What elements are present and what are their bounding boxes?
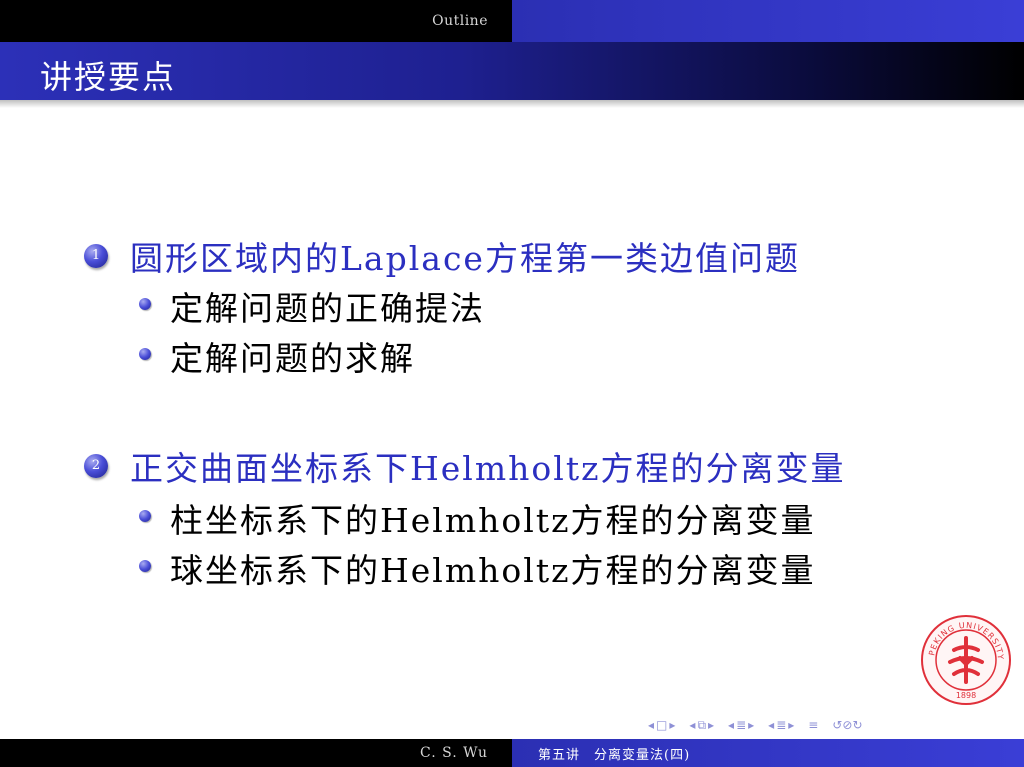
footer-title-box: 第五讲 分离变量法(四) xyxy=(512,739,1024,767)
university-logo: PEKING UNIVERSITY 1898 xyxy=(921,615,1011,705)
prev-icon[interactable]: ◂ xyxy=(648,718,654,732)
outline-subitem-2-2: 球坐标系下的Helmholtz方程的分离变量 xyxy=(170,551,816,590)
svg-text:1898: 1898 xyxy=(956,691,976,700)
enum-ball-1: 1 xyxy=(84,244,108,268)
next-section-icon-2[interactable]: ▸ xyxy=(788,718,794,732)
bullet-icon xyxy=(139,298,151,310)
footer-author: C. S. Wu xyxy=(420,745,488,761)
outline-subitem-1-2: 定解问题的求解 xyxy=(170,339,415,378)
bullet-icon xyxy=(139,348,151,360)
section-icon-2[interactable]: ≣ xyxy=(776,718,786,732)
outline-item-2: 正交曲面坐标系下Helmholtz方程的分离变量 xyxy=(130,449,846,488)
next-icon[interactable]: ▸ xyxy=(669,718,675,732)
footer-lecture: 第五讲 分离变量法(四) xyxy=(538,747,691,763)
prev-subsection-icon[interactable]: ◂ xyxy=(689,718,695,732)
outline-subitem-1-1: 定解问题的正确提法 xyxy=(170,289,485,328)
footer-author-box: C. S. Wu xyxy=(0,739,512,767)
frame-icon[interactable]: □ xyxy=(656,718,667,732)
next-section-icon[interactable]: ▸ xyxy=(748,718,754,732)
outline-item-1: 圆形区域内的Laplace方程第一类边值问题 xyxy=(130,239,800,278)
enum-ball-2: 2 xyxy=(84,454,108,478)
bullet-icon xyxy=(139,560,151,572)
search-icon[interactable]: ↺⊘↻ xyxy=(832,718,862,732)
bullet-icon xyxy=(139,510,151,522)
outline-subitem-2-1: 柱坐标系下的Helmholtz方程的分离变量 xyxy=(170,501,816,540)
subsection-icon[interactable]: ⧉ xyxy=(697,718,706,733)
prev-section-icon-2[interactable]: ◂ xyxy=(768,718,774,732)
footer-bar: C. S. Wu 第五讲 分离变量法(四) xyxy=(0,739,1024,767)
slide-body: 1 圆形区域内的Laplace方程第一类边值问题 定解问题的正确提法 定解问题的… xyxy=(0,0,1024,767)
align-icon[interactable]: ≡ xyxy=(808,718,818,732)
navigation-symbols: ◂ □ ▸ ◂ ⧉ ▸ ◂ ≣ ▸ ◂ ≣ ▸ ≡ ↺⊘↻ xyxy=(648,716,1024,734)
prev-section-icon[interactable]: ◂ xyxy=(728,718,734,732)
section-icon[interactable]: ≣ xyxy=(736,718,746,732)
next-subsection-icon[interactable]: ▸ xyxy=(708,718,714,732)
